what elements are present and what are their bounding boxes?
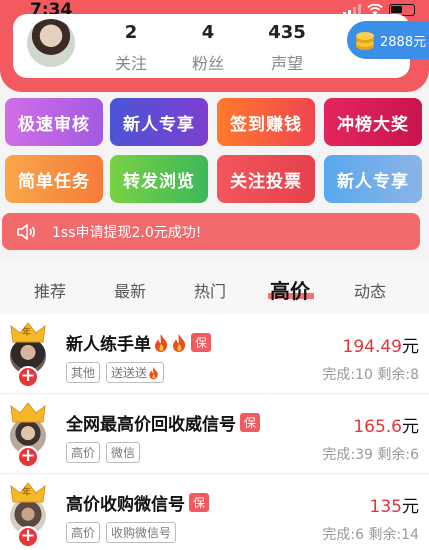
- task-tag: 高价: [66, 442, 101, 463]
- task-price-value: 165.6: [353, 417, 402, 437]
- task-tag-text: 微信: [111, 446, 136, 460]
- task-tag-text: 收购微信号: [111, 526, 172, 540]
- tab-label: 高价: [270, 279, 310, 303]
- task-tags: 高价 收购微信号: [66, 522, 177, 543]
- tab-label: 最新: [113, 282, 146, 301]
- notice-text: 1ss申请提现2.0元成功!: [52, 224, 202, 241]
- stat-following-label: 关注: [114, 54, 147, 73]
- stat-fans-value: 4: [201, 22, 215, 43]
- tile-label: 新人专享: [337, 171, 409, 192]
- task-tag: 收购微信号: [106, 522, 177, 543]
- task-tag-text: 高价: [71, 526, 96, 540]
- coin-balance-button[interactable]: 2888元: [347, 21, 429, 59]
- task-price: 165.6元: [353, 412, 419, 437]
- speaker-icon: [17, 223, 36, 240]
- task-price-value: 194.49: [342, 337, 402, 357]
- task-avatar[interactable]: 年 +: [8, 322, 48, 388]
- flame-icon: [149, 366, 158, 379]
- task-tag: 其他: [66, 362, 101, 383]
- task-price-value: 135: [369, 497, 402, 517]
- coin-stack-icon: [356, 32, 374, 50]
- crown-text: 年: [22, 328, 32, 338]
- task-avatar[interactable]: +: [8, 402, 48, 468]
- task-title: 高价收购微信号 保: [66, 490, 210, 515]
- guarantee-badge: 保: [189, 493, 210, 512]
- task-tags: 其他 送送送: [66, 362, 165, 383]
- flame-icon: [173, 333, 186, 352]
- stat-fans-label: 粉丝: [191, 54, 224, 73]
- category-tabs: 推荐 最新 热门 高价 动态: [0, 262, 429, 314]
- task-price: 194.49元: [343, 332, 419, 357]
- task-row[interactable]: 年 + 高价收购微信号 保 高价 收购微信号 135元 完成:6 剩余:14: [0, 474, 429, 550]
- tab-hot[interactable]: 热门: [170, 262, 250, 314]
- task-avatar[interactable]: 年 +: [8, 482, 48, 548]
- task-title-text: 全网最高价回收威信号: [66, 415, 236, 435]
- task-tag-text: 其他: [71, 366, 96, 380]
- tile-checkin-earn[interactable]: 签到赚钱: [217, 98, 315, 146]
- stat-fans[interactable]: 4 粉丝: [178, 22, 238, 74]
- tile-newbie-exclusive[interactable]: 新人专享: [110, 98, 208, 146]
- tile-newbie-exclusive-2[interactable]: 新人专享: [324, 155, 422, 203]
- stat-following[interactable]: 2 关注: [101, 22, 161, 74]
- stat-following-value: 2: [124, 22, 138, 43]
- notice-bar[interactable]: 1ss申请提现2.0元成功!: [2, 213, 420, 250]
- guarantee-badge: 保: [240, 413, 261, 432]
- tab-activity[interactable]: 动态: [330, 262, 410, 314]
- tab-label: 动态: [353, 282, 386, 301]
- tile-label: 关注投票: [230, 171, 302, 192]
- crown-text: 年: [22, 488, 32, 498]
- task-price-unit: 元: [402, 337, 419, 357]
- tile-label: 极速审核: [18, 114, 90, 135]
- task-tag: 高价: [66, 522, 101, 543]
- task-title-text: 高价收购微信号: [66, 495, 185, 515]
- plus-icon[interactable]: +: [17, 446, 39, 468]
- tile-label: 转发浏览: [123, 171, 195, 192]
- tile-simple-tasks[interactable]: 简单任务: [5, 155, 103, 203]
- plus-icon[interactable]: +: [17, 526, 39, 548]
- task-tag: 送送送: [106, 362, 165, 383]
- task-price-unit: 元: [402, 417, 419, 437]
- task-tag-text: 送送送: [111, 366, 148, 380]
- task-price-unit: 元: [402, 497, 419, 517]
- tile-label: 简单任务: [18, 171, 90, 192]
- tile-label: 冲榜大奖: [337, 114, 409, 135]
- tab-label: 推荐: [33, 282, 66, 301]
- tab-high-price[interactable]: 高价: [250, 262, 330, 314]
- task-title: 全网最高价回收威信号 保: [66, 410, 261, 435]
- task-tag-text: 高价: [71, 446, 96, 460]
- task-tag: 微信: [106, 442, 141, 463]
- tab-label: 热门: [193, 282, 226, 301]
- tile-fast-review[interactable]: 极速审核: [5, 98, 103, 146]
- crown-icon: [10, 402, 46, 423]
- task-row[interactable]: 年 + 新人练手单 保 其他 送送送 194.49元 完成:10 剩余:8: [0, 314, 429, 394]
- tile-share-browse[interactable]: 转发浏览: [110, 155, 208, 203]
- tile-rank-prize[interactable]: 冲榜大奖: [324, 98, 422, 146]
- user-avatar[interactable]: [27, 19, 75, 67]
- task-progress: 完成:6 剩余:14: [322, 527, 419, 543]
- guarantee-badge: 保: [191, 333, 212, 352]
- plus-icon[interactable]: +: [17, 366, 39, 388]
- task-title: 新人练手单 保: [66, 330, 212, 355]
- tab-latest[interactable]: 最新: [90, 262, 170, 314]
- flame-icon: [155, 333, 168, 352]
- task-title-text: 新人练手单: [66, 335, 151, 355]
- stat-reputation-value: 435: [268, 22, 306, 43]
- coin-balance-text: 2888元: [380, 34, 427, 50]
- task-price: 135元: [370, 492, 419, 517]
- tab-recommended[interactable]: 推荐: [10, 262, 90, 314]
- stat-reputation-label: 声望: [270, 54, 303, 73]
- tile-label: 新人专享: [123, 114, 195, 135]
- task-progress: 完成:10 剩余:8: [322, 367, 419, 383]
- tile-label: 签到赚钱: [230, 114, 302, 135]
- task-row[interactable]: + 全网最高价回收威信号 保 高价 微信 165.6元 完成:39 剩余:6: [0, 394, 429, 474]
- tile-follow-vote[interactable]: 关注投票: [217, 155, 315, 203]
- task-tags: 高价 微信: [66, 442, 141, 463]
- stat-reputation[interactable]: 435 声望: [257, 22, 317, 74]
- task-progress: 完成:39 剩余:6: [322, 447, 419, 463]
